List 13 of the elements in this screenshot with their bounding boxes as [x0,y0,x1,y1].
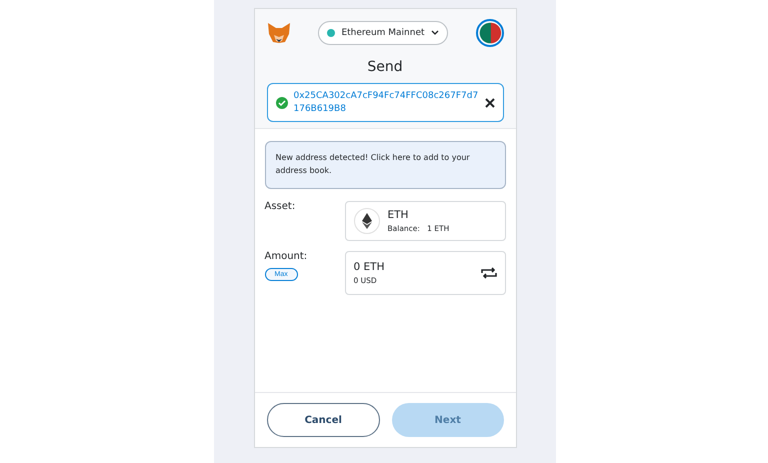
network-selector[interactable]: Ethereum Mainnet [318,21,448,45]
asset-label: Asset: [264,200,296,212]
new-address-notice[interactable]: New address detected! Click here to add to your address book. [264,141,506,189]
amount-label: Amount: [264,250,308,262]
recipient-field[interactable]: 0x25CA302cA7cF94Fc74FFC08c267F7d7 176B619B8 [266,83,504,122]
fox-icon [266,22,290,44]
page-title: Send [366,59,404,75]
account-avatar[interactable] [476,19,504,47]
caret-icon [430,30,439,36]
ether-icon [354,208,380,234]
close-icon[interactable] [484,98,494,108]
cancel-button[interactable]: Cancel [266,403,380,437]
swap-icon[interactable] [480,266,496,279]
